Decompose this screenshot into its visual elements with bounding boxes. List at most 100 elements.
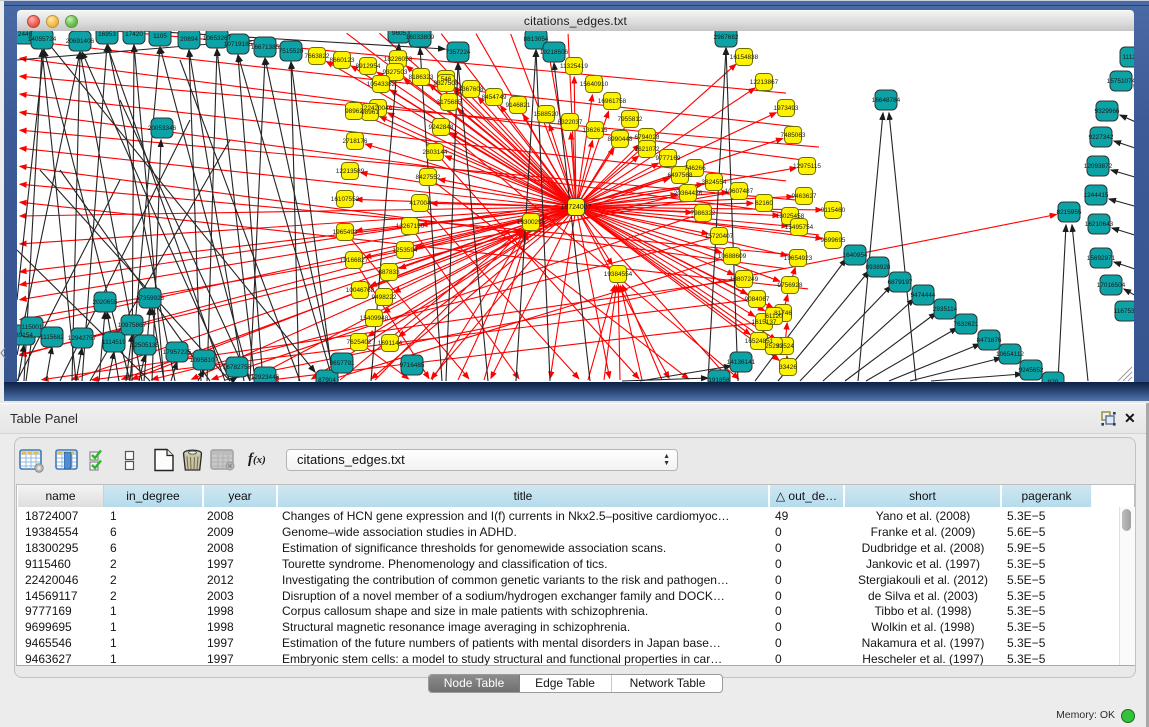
svg-text:14055724: 14055724 bbox=[28, 36, 57, 43]
svg-text:9474444: 9474444 bbox=[911, 292, 936, 299]
svg-text:15720407: 15720407 bbox=[705, 233, 734, 240]
svg-text:8813054: 8813054 bbox=[524, 36, 549, 43]
svg-text:417004: 417004 bbox=[409, 200, 431, 207]
svg-text:6497568: 6497568 bbox=[668, 172, 693, 179]
svg-text:12213589: 12213589 bbox=[336, 168, 365, 175]
svg-text:9245652: 9245652 bbox=[1019, 367, 1044, 374]
svg-text:61120: 61120 bbox=[765, 313, 783, 320]
svg-text:2803144: 2803144 bbox=[423, 149, 448, 156]
svg-text:10958107: 10958107 bbox=[190, 357, 219, 364]
svg-text:18724007: 18724007 bbox=[560, 204, 591, 211]
svg-text:16210643: 16210643 bbox=[1085, 221, 1114, 228]
svg-text:16107552: 16107552 bbox=[331, 196, 360, 203]
svg-text:12093872: 12093872 bbox=[1084, 163, 1113, 170]
svg-text:8660123: 8660123 bbox=[330, 57, 355, 64]
svg-text:1691144: 1691144 bbox=[378, 340, 403, 347]
svg-text:8912954: 8912954 bbox=[356, 63, 381, 70]
svg-text:7986322: 7986322 bbox=[691, 210, 716, 217]
svg-text:10543382: 10543382 bbox=[367, 81, 396, 88]
svg-text:1640954: 1640954 bbox=[843, 252, 868, 259]
svg-text:9227342: 9227342 bbox=[1089, 134, 1114, 141]
svg-text:8938928: 8938928 bbox=[866, 264, 891, 271]
svg-text:13267150: 13267150 bbox=[396, 223, 425, 230]
svg-text:17957225: 17957225 bbox=[163, 349, 192, 356]
svg-text:7663822: 7663822 bbox=[305, 53, 330, 60]
svg-text:1115682: 1115682 bbox=[40, 334, 64, 341]
svg-text:8990448: 8990448 bbox=[608, 136, 633, 143]
svg-text:9084067: 9084067 bbox=[745, 296, 770, 303]
svg-text:14136141: 14136141 bbox=[727, 359, 756, 366]
svg-text:7357224: 7357224 bbox=[446, 49, 471, 56]
svg-text:18300295: 18300295 bbox=[517, 219, 546, 226]
svg-text:19384554: 19384554 bbox=[604, 271, 633, 278]
svg-text:9498222: 9498222 bbox=[372, 294, 397, 301]
svg-text:16648784: 16648784 bbox=[872, 97, 901, 104]
svg-text:17420: 17420 bbox=[125, 31, 143, 38]
svg-text:33426: 33426 bbox=[779, 364, 797, 371]
svg-text:10046768: 10046768 bbox=[346, 287, 375, 294]
svg-text:19166827: 19166827 bbox=[340, 257, 369, 264]
svg-text:15640910: 15640910 bbox=[580, 81, 609, 88]
svg-text:9327508: 9327508 bbox=[434, 80, 459, 87]
svg-text:1362615: 1362615 bbox=[583, 127, 608, 134]
svg-text:10607487: 10607487 bbox=[725, 188, 754, 195]
svg-text:98961: 98961 bbox=[361, 109, 379, 116]
svg-text:7632621: 7632621 bbox=[954, 321, 979, 328]
svg-text:3175685: 3175685 bbox=[437, 99, 462, 106]
svg-text:9657791: 9657791 bbox=[330, 360, 355, 367]
svg-text:11325419: 11325419 bbox=[560, 63, 588, 70]
svg-text:9716485: 9716485 bbox=[400, 362, 425, 369]
svg-text:1588520: 1588520 bbox=[534, 111, 559, 118]
svg-text:1621072: 1621072 bbox=[635, 146, 660, 153]
svg-text:62160: 62160 bbox=[755, 200, 773, 207]
svg-text:15692971: 15692971 bbox=[1087, 255, 1116, 262]
svg-text:9777169: 9777169 bbox=[656, 155, 681, 162]
svg-text:18807249: 18807249 bbox=[730, 276, 759, 283]
svg-text:7955812: 7955812 bbox=[618, 116, 643, 123]
svg-text:15751074: 15751074 bbox=[1107, 78, 1134, 85]
svg-text:8322037: 8322037 bbox=[558, 119, 583, 126]
svg-text:1167534: 1167534 bbox=[1114, 308, 1134, 315]
svg-text:115001: 115001 bbox=[22, 324, 43, 331]
svg-text:7515520: 7515520 bbox=[279, 48, 304, 55]
svg-text:20691406: 20691406 bbox=[66, 38, 95, 45]
svg-text:16033809: 16033809 bbox=[406, 34, 435, 41]
svg-text:16961758: 16961758 bbox=[598, 98, 627, 105]
svg-text:887833: 887833 bbox=[378, 269, 400, 276]
svg-text:12923446: 12923446 bbox=[251, 374, 280, 381]
svg-text:6794028: 6794028 bbox=[635, 134, 660, 141]
svg-text:19218506: 19218506 bbox=[540, 49, 569, 56]
svg-text:2367608: 2367608 bbox=[459, 86, 484, 93]
svg-text:1615137: 1615137 bbox=[752, 319, 777, 326]
svg-text:16154838: 16154838 bbox=[730, 54, 759, 61]
svg-text:98962: 98962 bbox=[345, 108, 363, 115]
svg-text:8186323: 8186323 bbox=[409, 74, 434, 81]
svg-text:39154: 39154 bbox=[17, 332, 33, 339]
svg-text:12213867: 12213867 bbox=[750, 79, 779, 86]
svg-text:9699695: 9699695 bbox=[821, 237, 846, 244]
svg-text:2718176: 2718176 bbox=[343, 138, 368, 145]
svg-text:6879197: 6879197 bbox=[888, 279, 913, 286]
svg-text:1253594: 1253594 bbox=[393, 247, 418, 254]
svg-text:12942757: 12942757 bbox=[68, 335, 97, 342]
svg-text:20053346: 20053346 bbox=[148, 125, 177, 132]
svg-text:16671385: 16671385 bbox=[251, 44, 280, 51]
svg-text:17359928: 17359928 bbox=[136, 295, 165, 302]
svg-text:9242848: 9242848 bbox=[429, 124, 454, 131]
svg-text:1105: 1105 bbox=[153, 33, 167, 40]
svg-text:9605: 9605 bbox=[392, 31, 407, 37]
svg-text:15409948: 15409948 bbox=[360, 315, 389, 322]
svg-text:7625402: 7625402 bbox=[347, 339, 372, 346]
svg-text:18025458: 18025458 bbox=[776, 213, 805, 220]
svg-text:11123: 11123 bbox=[1123, 54, 1134, 61]
svg-text:12975115: 12975115 bbox=[793, 163, 821, 170]
svg-text:1965493: 1965493 bbox=[333, 229, 358, 236]
svg-text:18226053: 18226053 bbox=[384, 56, 413, 63]
svg-text:8454749: 8454749 bbox=[482, 94, 507, 101]
svg-text:19654923: 19654923 bbox=[784, 255, 813, 262]
svg-text:17016504: 17016504 bbox=[1097, 282, 1126, 289]
svg-text:12505135: 12505135 bbox=[131, 342, 160, 349]
svg-text:16782759: 16782759 bbox=[223, 364, 252, 371]
svg-text:16953: 16953 bbox=[98, 31, 116, 38]
svg-text:8215955: 8215955 bbox=[1057, 209, 1082, 216]
